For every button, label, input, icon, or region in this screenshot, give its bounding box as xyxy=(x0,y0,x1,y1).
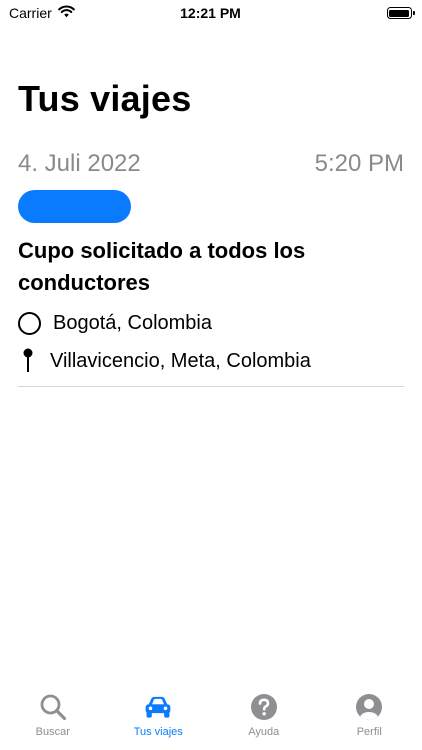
status-time: 12:21 PM xyxy=(180,5,241,21)
destination-row: Villavicencio, Meta, Colombia xyxy=(18,342,404,380)
trip-status-text: Cupo solicitado a todos los conductores xyxy=(18,238,306,295)
status-left: Carrier xyxy=(9,5,129,21)
tab-buscar[interactable]: Buscar xyxy=(0,692,105,738)
origin-row: Bogotá, Colombia xyxy=(18,304,404,342)
trip-time: 5:20 PM xyxy=(314,150,404,177)
tab-label: Ayuda xyxy=(248,726,280,738)
carrier-label: Carrier xyxy=(9,5,52,21)
map-pin-icon xyxy=(18,347,38,375)
status-badge xyxy=(18,190,131,223)
status-bar: Carrier 12:21 PM xyxy=(0,0,422,26)
battery-icon xyxy=(386,7,415,19)
destination-label: Villavicencio, Meta, Colombia xyxy=(50,349,311,372)
screen: Carrier 12:21 PM Tus viajes 4. Juli 2022… xyxy=(0,0,422,750)
origin-circle-icon xyxy=(18,311,41,335)
wifi-icon xyxy=(57,5,75,21)
page-title: Tus viajes xyxy=(18,78,192,119)
status-right xyxy=(292,7,415,19)
tab-bar: Buscar Tus viajes Ayuda Perfil xyxy=(0,690,422,750)
trip-card[interactable]: 4. Juli 2022 5:20 PM Cupo solicitado a t… xyxy=(18,148,404,387)
tab-label: Perfil xyxy=(356,726,382,738)
tab-ayuda[interactable]: Ayuda xyxy=(211,692,316,738)
tab-label: Tus viajes xyxy=(133,726,183,738)
tab-label: Buscar xyxy=(35,726,70,738)
trip-date: 4. Juli 2022 xyxy=(18,150,141,177)
trip-meta: 4. Juli 2022 5:20 PM xyxy=(18,148,404,180)
divider xyxy=(18,386,404,387)
profile-icon xyxy=(354,692,384,722)
car-icon xyxy=(143,692,173,722)
tab-perfil[interactable]: Perfil xyxy=(317,692,422,738)
origin-label: Bogotá, Colombia xyxy=(53,311,212,334)
battery-level xyxy=(389,9,410,17)
help-icon xyxy=(249,692,279,722)
search-icon xyxy=(38,692,68,722)
tab-tus-viajes[interactable]: Tus viajes xyxy=(106,692,211,738)
